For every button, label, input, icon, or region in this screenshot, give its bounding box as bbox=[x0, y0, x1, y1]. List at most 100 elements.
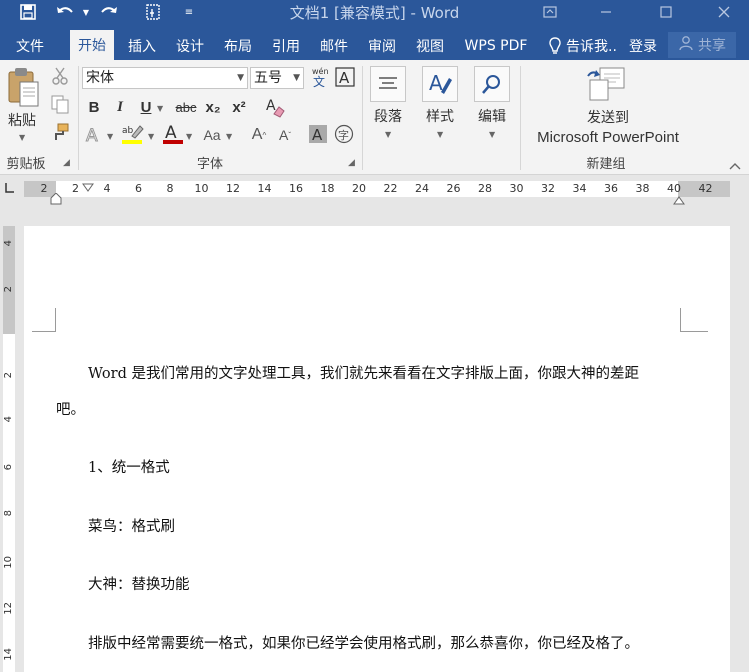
tab-mailings[interactable]: 邮件 bbox=[312, 32, 356, 60]
svg-text:字: 字 bbox=[338, 128, 349, 142]
vruler-number: 8 bbox=[3, 510, 14, 517]
ruler-number: 36 bbox=[604, 182, 618, 195]
ruler-number: 20 bbox=[352, 182, 366, 195]
vruler-number: 4 bbox=[3, 416, 14, 423]
highlight-dropdown-icon[interactable]: ▼ bbox=[148, 132, 154, 141]
right-indent-marker[interactable] bbox=[673, 190, 685, 205]
sign-in-link[interactable]: 登录 bbox=[622, 32, 664, 60]
styles-icon[interactable]: A bbox=[422, 66, 458, 102]
strikethrough-button[interactable]: abc bbox=[172, 96, 200, 118]
ruler-number: 32 bbox=[541, 182, 555, 195]
paragraph-expert: 大神：替换功能 bbox=[88, 577, 190, 593]
send-to-line1: 发送到 bbox=[587, 110, 629, 126]
ruler-number: 38 bbox=[635, 182, 650, 195]
tab-home[interactable]: 开始 bbox=[70, 30, 114, 60]
ruler-number: 8 bbox=[166, 182, 174, 195]
left-indent-marker[interactable] bbox=[50, 190, 62, 205]
change-case-button[interactable]: Aa bbox=[198, 124, 226, 146]
ribbon-tabs: 文件 开始 插入 设计 布局 引用 邮件 审阅 视图 WPS PDF 告诉我..… bbox=[0, 26, 749, 60]
font-size-combo[interactable]: 五号 ▼ bbox=[250, 67, 304, 89]
group-separator bbox=[362, 66, 363, 170]
clipboard-launcher-icon[interactable]: ◢ bbox=[63, 158, 70, 168]
superscript-button[interactable]: x² bbox=[228, 96, 250, 118]
shrink-font-button[interactable]: Aˇ bbox=[274, 124, 296, 146]
send-to-powerpoint-label[interactable]: 发送到 Microsoft PowerPoint bbox=[526, 108, 690, 148]
styles-dropdown-icon[interactable]: ▼ bbox=[437, 130, 443, 139]
send-to-powerpoint-icon[interactable] bbox=[586, 66, 628, 104]
first-line-indent-marker[interactable] bbox=[82, 178, 94, 192]
ruler-number: 26 bbox=[446, 182, 461, 195]
phonetic-guide-icon[interactable]: wén 文 bbox=[310, 66, 330, 89]
italic-button[interactable]: I bbox=[110, 96, 130, 118]
paste-label[interactable]: 粘贴 bbox=[4, 110, 40, 130]
editing-icon[interactable] bbox=[474, 66, 510, 102]
ruler-number: 16 bbox=[289, 182, 303, 195]
heading-1: 1、统一格式 bbox=[88, 460, 170, 476]
tab-wps-pdf[interactable]: WPS PDF bbox=[458, 32, 534, 60]
editing-dropdown-icon[interactable]: ▼ bbox=[489, 130, 495, 139]
clear-formatting-icon[interactable]: A bbox=[264, 96, 286, 118]
enclose-characters-icon[interactable]: 字 bbox=[334, 124, 354, 144]
ruler-number: 12 bbox=[226, 182, 240, 195]
collapse-ribbon-icon[interactable] bbox=[728, 157, 742, 170]
vruler-number: 2 bbox=[3, 372, 14, 379]
styles-label[interactable]: 样式 bbox=[418, 106, 462, 126]
paragraph-2: 排版中经常需要统一格式，如果你已经学会使用格式刷，那么恭喜你，你已经及格了。 bbox=[88, 636, 639, 652]
chevron-down-icon: ▼ bbox=[293, 73, 300, 83]
font-color-icon[interactable]: A bbox=[162, 122, 184, 146]
paste-dropdown-icon[interactable]: ▼ bbox=[19, 133, 25, 142]
font-name-value: 宋体 bbox=[86, 70, 114, 86]
font-name-combo[interactable]: 宋体 ▼ bbox=[82, 67, 248, 89]
text-effects-dropdown-icon[interactable]: ▼ bbox=[107, 132, 113, 141]
ribbon-home: 粘贴 ▼ 剪贴板 ◢ 宋体 ▼ 五号 ▼ wén 文 A B I U ▼ abc… bbox=[0, 60, 749, 175]
maximize-icon[interactable] bbox=[646, 0, 686, 24]
send-to-line2: Microsoft PowerPoint bbox=[537, 129, 679, 146]
tell-me-search[interactable]: 告诉我... bbox=[566, 32, 618, 60]
font-group-label: 字体 bbox=[196, 157, 223, 172]
vertical-ruler: 4 2 2 4 6 8 10 12 14 bbox=[0, 206, 18, 672]
chevron-down-icon: ▼ bbox=[237, 73, 244, 83]
tab-view[interactable]: 视图 bbox=[408, 32, 452, 60]
tab-layout[interactable]: 布局 bbox=[216, 32, 260, 60]
crop-mark bbox=[32, 308, 56, 332]
tab-file[interactable]: 文件 bbox=[4, 32, 56, 60]
ribbon-options-icon[interactable] bbox=[530, 0, 570, 24]
cut-icon[interactable] bbox=[50, 66, 70, 86]
tab-insert[interactable]: 插入 bbox=[120, 32, 164, 60]
bold-button[interactable]: B bbox=[84, 96, 104, 118]
underline-dropdown-icon[interactable]: ▼ bbox=[157, 104, 163, 113]
vruler-number: 6 bbox=[3, 464, 14, 471]
share-button[interactable]: 共享 bbox=[668, 32, 736, 58]
share-label: 共享 bbox=[698, 38, 726, 54]
tab-review[interactable]: 审阅 bbox=[360, 32, 404, 60]
word-window: ▼ ≡ 文档1 [兼容模式] - Word 文件 开始 插入 设计 布局 引用 … bbox=[0, 0, 749, 672]
copy-icon[interactable] bbox=[50, 94, 70, 114]
svg-text:文: 文 bbox=[313, 74, 325, 88]
font-color-dropdown-icon[interactable]: ▼ bbox=[186, 132, 192, 141]
paragraph-label[interactable]: 段落 bbox=[366, 106, 410, 126]
character-shading-icon[interactable]: A bbox=[308, 124, 328, 144]
paste-icon[interactable] bbox=[6, 66, 42, 110]
subscript-button[interactable]: x₂ bbox=[202, 96, 224, 118]
grow-font-button[interactable]: A ^ bbox=[248, 124, 270, 146]
vruler-number: 12 bbox=[3, 602, 14, 615]
underline-button[interactable]: U bbox=[136, 96, 156, 118]
paragraph-dropdown-icon[interactable]: ▼ bbox=[385, 130, 391, 139]
paragraph-1-continued: 吧。 bbox=[56, 402, 85, 418]
highlight-icon[interactable]: ab bbox=[120, 122, 146, 146]
format-painter-icon[interactable] bbox=[50, 122, 70, 142]
text-effects-icon[interactable]: A bbox=[84, 124, 106, 147]
editing-label[interactable]: 编辑 bbox=[470, 106, 514, 126]
document-page[interactable]: Word 是我们常用的文字处理工具，我们就先来看看在文字排版上面，你跟大神的差距… bbox=[24, 226, 730, 672]
ruler-number: 18 bbox=[320, 182, 335, 195]
close-icon[interactable] bbox=[704, 0, 744, 24]
minimize-icon[interactable] bbox=[586, 0, 626, 24]
character-border-icon[interactable]: A bbox=[335, 67, 355, 87]
paragraph-icon[interactable] bbox=[370, 66, 406, 102]
tab-design[interactable]: 设计 bbox=[168, 32, 212, 60]
font-launcher-icon[interactable]: ◢ bbox=[348, 158, 355, 168]
ruler-number: 6 bbox=[135, 182, 142, 195]
tab-references[interactable]: 引用 bbox=[264, 32, 308, 60]
tab-selector-icon[interactable] bbox=[2, 181, 18, 197]
change-case-dropdown-icon[interactable]: ▼ bbox=[226, 132, 232, 141]
